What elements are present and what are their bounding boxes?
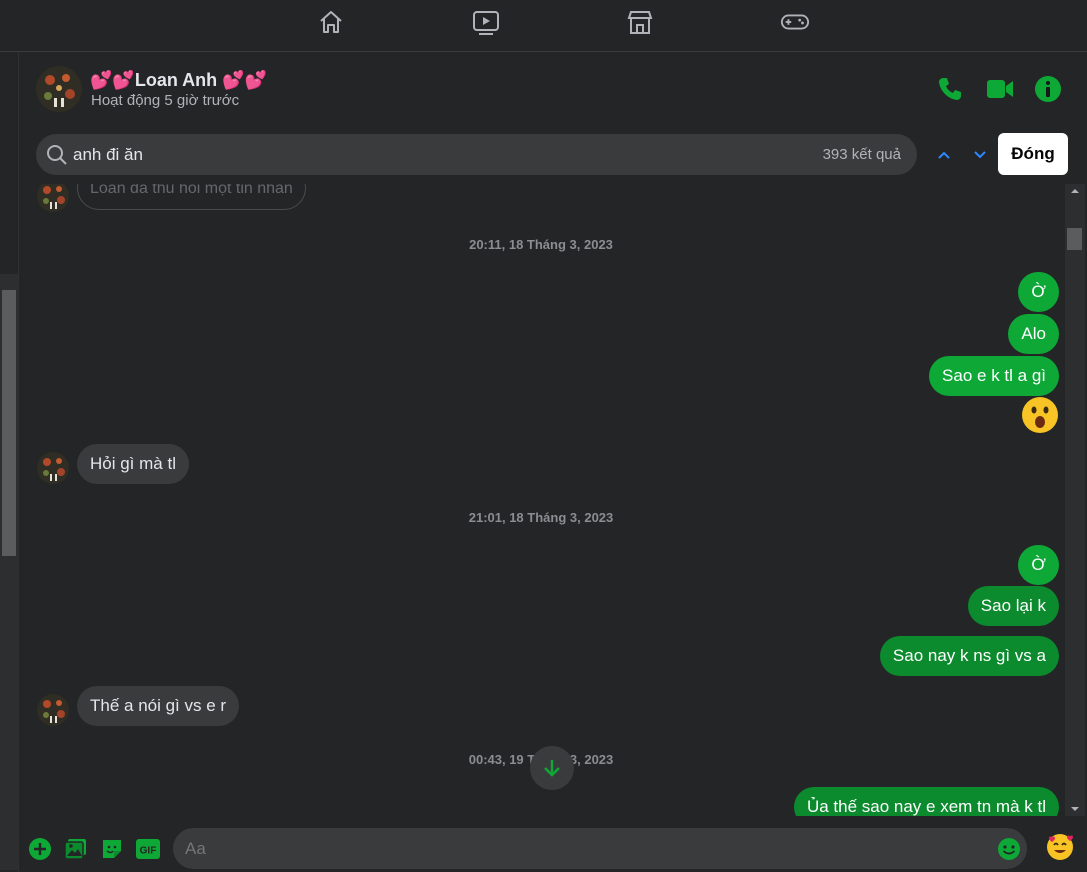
chevron-up-icon <box>938 151 950 159</box>
search-result-count: 393 kết quả <box>822 146 901 163</box>
next-result-button[interactable] <box>969 144 991 166</box>
left-scrollbar-thumb[interactable] <box>2 290 16 556</box>
message-bubble-outgoing[interactable]: Sao lại k <box>967 586 1059 626</box>
message-scrollbar[interactable] <box>1065 184 1085 816</box>
message-composer: GIF <box>19 816 1087 872</box>
gif-button[interactable]: GIF <box>135 836 161 862</box>
scroll-down-icon[interactable] <box>1065 802 1085 816</box>
watch-icon[interactable] <box>471 7 501 37</box>
surprised-face-icon <box>1022 397 1058 433</box>
avatar[interactable] <box>37 184 69 212</box>
chat-header: 💕💕Loan Anh 💕💕 Hoạt động 5 giờ trước <box>19 52 1087 126</box>
quick-reaction-button[interactable] <box>1045 832 1075 862</box>
arrow-down-icon <box>544 760 560 777</box>
sticker-icon <box>103 840 121 858</box>
gaming-icon[interactable] <box>780 7 810 37</box>
chevron-down-icon <box>974 151 986 159</box>
close-search-button[interactable]: Đóng <box>998 133 1068 175</box>
scroll-to-bottom-button[interactable] <box>530 746 574 790</box>
emoji-picker-icon[interactable] <box>997 837 1021 866</box>
info-icon <box>1035 76 1061 102</box>
message-bubble-outgoing[interactable]: Sao nay k ns gì vs a <box>879 636 1059 676</box>
home-icon[interactable] <box>316 7 346 37</box>
conversation-list-edge <box>0 52 19 872</box>
avatar[interactable] <box>37 452 69 484</box>
search-input[interactable] <box>73 134 773 175</box>
timestamp: 20:11, 18 Tháng 3, 2023 <box>469 237 613 252</box>
attach-photo-button[interactable] <box>63 836 89 862</box>
avatar[interactable] <box>37 694 69 726</box>
sticker-button[interactable] <box>99 836 125 862</box>
message-bubble-outgoing[interactable]: Ờ <box>1018 545 1059 585</box>
marketplace-icon[interactable] <box>625 7 655 37</box>
avatar[interactable] <box>36 66 82 112</box>
previous-result-button[interactable] <box>933 144 955 166</box>
message-scrollbar-thumb[interactable] <box>1067 228 1082 250</box>
message-input-wrapper <box>173 828 1027 869</box>
message-bubble-outgoing[interactable]: Alo <box>1008 314 1059 354</box>
svg-text:GIF: GIF <box>140 846 157 857</box>
unsent-message-notice: Loan đã thu hồi một tin nhắn <box>77 184 306 210</box>
gif-icon: GIF <box>136 839 160 859</box>
message-bubble-incoming[interactable]: Thế a nói gì vs e r <box>77 686 240 726</box>
more-actions-button[interactable] <box>27 836 53 862</box>
search-icon <box>46 144 68 171</box>
video-camera-icon <box>987 80 1013 98</box>
plus-circle-icon <box>29 838 51 860</box>
photo-icon <box>64 839 86 860</box>
message-input[interactable] <box>185 828 985 869</box>
conversation-info-button[interactable] <box>1033 74 1063 104</box>
top-navigation <box>0 0 1087 52</box>
left-scrollbar[interactable] <box>0 274 18 870</box>
smiling-face-with-hearts-icon <box>1047 834 1073 860</box>
active-status: Hoạt động 5 giờ trước <box>91 92 240 109</box>
timestamp: 21:01, 18 Tháng 3, 2023 <box>468 510 614 525</box>
scroll-up-icon[interactable] <box>1065 184 1085 198</box>
message-bubble-incoming[interactable]: Hỏi gì mà tl <box>77 444 189 484</box>
message-bubble-outgoing[interactable]: Ủa thế sao nay e xem tn mà k tl <box>793 787 1059 816</box>
messenger-window: 💕💕Loan Anh 💕💕 Hoạt động 5 giờ trước 393 … <box>0 0 1087 872</box>
in-conversation-search: 393 kết quả <box>36 134 917 175</box>
emoji-message[interactable] <box>1021 396 1059 434</box>
contact-name[interactable]: 💕💕Loan Anh 💕💕 <box>90 70 267 91</box>
message-list: Loan đã thu hồi một tin nhắn 20:11, 18 T… <box>19 184 1063 816</box>
voice-call-button[interactable] <box>935 74 965 104</box>
video-call-button[interactable] <box>985 74 1015 104</box>
message-bubble-outgoing[interactable]: Sao e k tl a gì <box>929 356 1059 396</box>
phone-icon <box>939 78 961 100</box>
message-bubble-outgoing[interactable]: Ờ <box>1018 272 1059 312</box>
chat-panel: 💕💕Loan Anh 💕💕 Hoạt động 5 giờ trước 393 … <box>19 52 1087 872</box>
